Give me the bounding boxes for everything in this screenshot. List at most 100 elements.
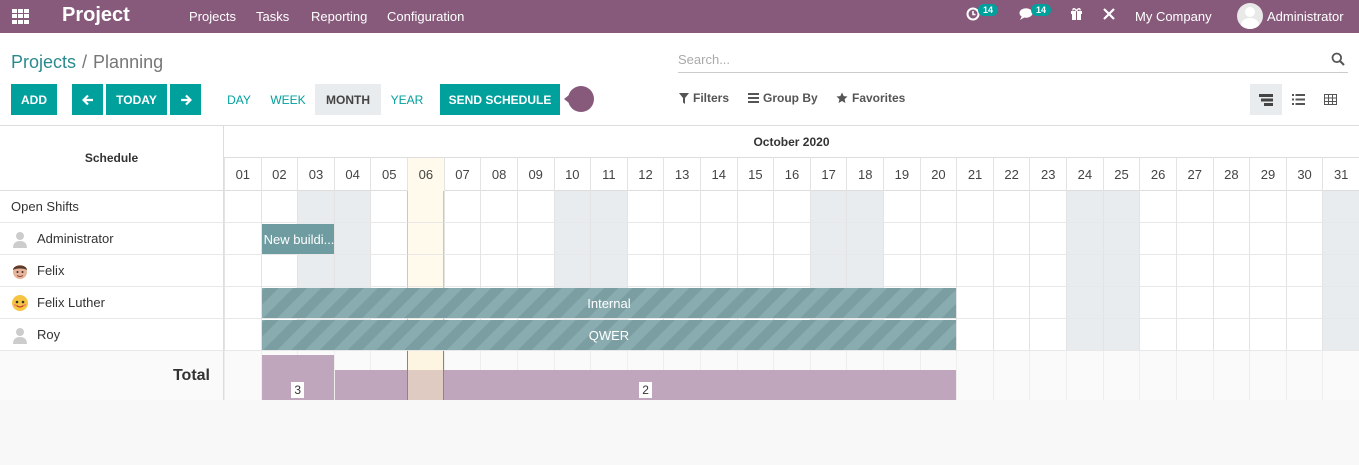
gantt-cell[interactable]	[1066, 319, 1103, 351]
gantt-cell[interactable]	[1285, 255, 1323, 287]
gantt-cell[interactable]	[370, 255, 408, 287]
gantt-cell[interactable]	[516, 191, 554, 223]
search-icon[interactable]	[1331, 52, 1345, 66]
gantt-cell[interactable]	[1175, 255, 1213, 287]
gantt-cell[interactable]	[1249, 223, 1286, 255]
gantt-cell[interactable]	[1285, 191, 1323, 223]
gantt-cell[interactable]	[992, 319, 1030, 351]
next-button[interactable]	[170, 84, 201, 115]
gantt-cell[interactable]	[956, 287, 993, 319]
gantt-cell[interactable]	[1322, 319, 1359, 351]
gantt-cell[interactable]	[663, 255, 700, 287]
gantt-cell[interactable]	[1102, 191, 1140, 223]
gantt-cell[interactable]	[516, 223, 554, 255]
gantt-cell[interactable]	[1249, 255, 1286, 287]
company-switcher[interactable]: My Company	[1135, 9, 1212, 24]
gantt-cell[interactable]	[1139, 287, 1176, 319]
gantt-cell[interactable]	[1212, 191, 1250, 223]
gantt-cell[interactable]	[1102, 287, 1140, 319]
gantt-cell[interactable]	[736, 191, 774, 223]
gantt-cell[interactable]	[699, 223, 737, 255]
gantt-cell[interactable]	[1139, 255, 1176, 287]
today-button[interactable]: TODAY	[106, 84, 167, 115]
gantt-cell[interactable]	[846, 191, 884, 223]
gantt-cell[interactable]	[809, 191, 847, 223]
gantt-cell[interactable]	[443, 223, 481, 255]
gantt-pill[interactable]: New buildi...	[261, 224, 334, 254]
gantt-cell[interactable]	[516, 255, 554, 287]
add-button[interactable]: ADD	[11, 84, 57, 115]
gantt-cell[interactable]	[1285, 223, 1323, 255]
send-schedule-button[interactable]: SEND SCHEDULE	[440, 84, 560, 115]
gantt-cell[interactable]	[1175, 191, 1213, 223]
gantt-cell[interactable]	[919, 255, 957, 287]
filters-toggle[interactable]: Filters	[679, 91, 729, 105]
gantt-cell[interactable]	[992, 223, 1030, 255]
gantt-cell[interactable]	[590, 255, 627, 287]
gantt-cell[interactable]	[260, 255, 298, 287]
gantt-cell[interactable]	[883, 191, 920, 223]
gantt-cell[interactable]	[956, 255, 993, 287]
gantt-cell[interactable]	[1249, 191, 1286, 223]
gantt-cell[interactable]	[1029, 223, 1067, 255]
gantt-cell[interactable]	[1175, 287, 1213, 319]
gantt-cell[interactable]	[773, 223, 810, 255]
debug-tools-button[interactable]	[1102, 7, 1116, 25]
gantt-cell[interactable]	[1066, 255, 1103, 287]
gantt-cell[interactable]	[407, 223, 444, 255]
menu-projects[interactable]: Projects	[189, 9, 236, 24]
gantt-cell[interactable]	[1285, 319, 1323, 351]
gantt-cell[interactable]	[553, 255, 591, 287]
gantt-cell[interactable]	[699, 255, 737, 287]
gantt-cell[interactable]	[1102, 255, 1140, 287]
gantt-cell[interactable]	[443, 191, 481, 223]
gantt-cell[interactable]	[956, 191, 993, 223]
gantt-cell[interactable]	[626, 223, 664, 255]
gantt-cell[interactable]	[626, 191, 664, 223]
gantt-cell[interactable]	[919, 191, 957, 223]
gantt-cell[interactable]	[297, 191, 334, 223]
gantt-cell[interactable]	[407, 191, 444, 223]
gantt-cell[interactable]	[590, 223, 627, 255]
gantt-cell[interactable]	[992, 255, 1030, 287]
gantt-cell[interactable]	[224, 223, 261, 255]
apps-menu-icon[interactable]	[12, 9, 29, 24]
gantt-cell[interactable]	[773, 191, 810, 223]
gantt-cell[interactable]	[883, 223, 920, 255]
gantt-cell[interactable]	[407, 255, 444, 287]
gantt-cell[interactable]	[1175, 223, 1213, 255]
gantt-cell[interactable]	[956, 223, 993, 255]
gantt-cell[interactable]	[736, 223, 774, 255]
gantt-cell[interactable]	[1249, 319, 1286, 351]
gantt-cell[interactable]	[1249, 287, 1286, 319]
messages-button[interactable]: 14	[1019, 4, 1052, 25]
gantt-cell[interactable]	[480, 255, 517, 287]
gantt-cell[interactable]	[1322, 191, 1359, 223]
gantt-cell[interactable]	[626, 255, 664, 287]
gantt-cell[interactable]	[1175, 319, 1213, 351]
gantt-cell[interactable]	[1212, 255, 1250, 287]
gantt-cell[interactable]	[699, 191, 737, 223]
gantt-cell[interactable]	[809, 223, 847, 255]
gantt-cell[interactable]	[333, 255, 371, 287]
gantt-cell[interactable]	[224, 191, 261, 223]
tour-tip-icon[interactable]	[564, 84, 596, 114]
menu-tasks[interactable]: Tasks	[256, 9, 289, 24]
gantt-cell[interactable]	[1029, 319, 1067, 351]
gantt-cell[interactable]	[1066, 287, 1103, 319]
gantt-view-button[interactable]	[1250, 84, 1282, 115]
gantt-cell[interactable]	[1066, 191, 1103, 223]
gantt-cell[interactable]	[553, 191, 591, 223]
gantt-pill[interactable]: QWER	[261, 320, 957, 350]
list-view-button[interactable]	[1282, 84, 1314, 115]
gantt-cell[interactable]	[1212, 319, 1250, 351]
gantt-cell[interactable]	[1212, 223, 1250, 255]
gantt-cell[interactable]	[333, 223, 371, 255]
gantt-cell[interactable]	[1029, 191, 1067, 223]
gantt-cell[interactable]	[260, 191, 298, 223]
gantt-cell[interactable]	[1285, 287, 1323, 319]
breadcrumb-projects[interactable]: Projects	[11, 52, 76, 72]
favorites-toggle[interactable]: Favorites	[836, 91, 905, 105]
gantt-cell[interactable]	[224, 319, 261, 351]
previous-button[interactable]	[72, 84, 103, 115]
